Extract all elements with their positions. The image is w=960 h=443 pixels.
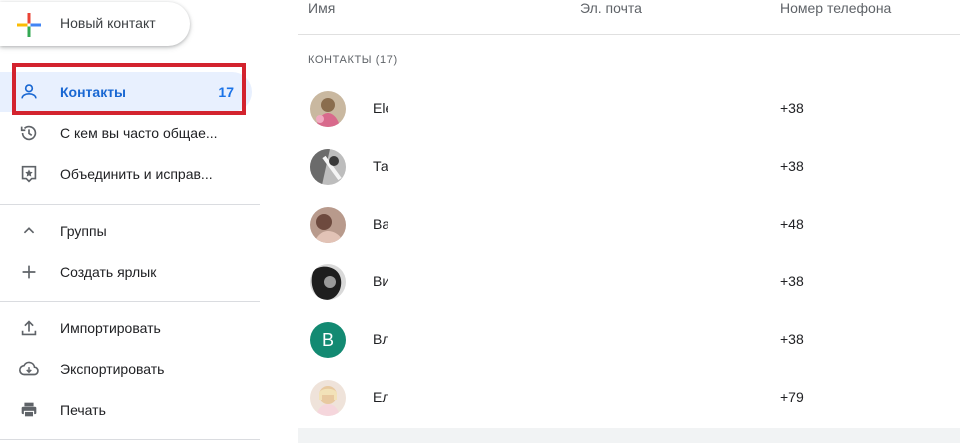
sidebar-item-merge[interactable]: Объединить и исправ...: [0, 154, 252, 194]
column-header-name[interactable]: Имя: [308, 0, 335, 16]
avatar: [310, 380, 346, 416]
contact-phone: +38: [780, 273, 804, 289]
contact-name: Ele: [373, 100, 388, 116]
plus-icon: [22, 265, 36, 279]
contacts-count-badge: 17: [218, 84, 234, 100]
printer-icon: [21, 402, 37, 418]
table-row[interactable]: Та +38: [298, 139, 960, 197]
person-icon: [21, 84, 37, 99]
column-header-email[interactable]: Эл. почта: [580, 0, 642, 16]
merge-fix-icon: [21, 165, 37, 183]
sidebar-item-label: Печать: [60, 402, 106, 418]
contact-name: Та: [373, 158, 388, 174]
sidebar-item-label: С кем вы часто общае...: [60, 125, 218, 141]
contact-phone: +38: [780, 331, 804, 347]
sidebar-item-print[interactable]: Печать: [0, 390, 252, 430]
contact-phone: +38: [780, 158, 804, 174]
sidebar-item-contacts[interactable]: Контакты 17: [0, 72, 252, 112]
avatar: [310, 264, 346, 300]
column-header-phone[interactable]: Номер телефона: [780, 0, 891, 16]
sidebar-divider: [0, 439, 260, 440]
contact-name: Вл: [373, 331, 388, 347]
sidebar-item-export[interactable]: Экспортировать: [0, 349, 252, 389]
sidebar-item-label: Группы: [60, 223, 107, 239]
header-divider: [298, 34, 960, 35]
sidebar-item-groups[interactable]: Группы: [0, 211, 252, 251]
contact-phone: +38: [780, 100, 804, 116]
sidebar-item-create-label[interactable]: Создать ярлык: [0, 252, 252, 292]
table-row[interactable]: Ва +48: [298, 197, 960, 255]
partial-row: [298, 428, 960, 443]
sidebar-item-label: Экспортировать: [60, 361, 165, 377]
history-icon: [20, 125, 37, 141]
contact-phone: +79: [780, 389, 804, 405]
table-row[interactable]: Ел +79: [298, 370, 960, 428]
sidebar-divider: [0, 204, 260, 205]
avatar: [310, 149, 346, 185]
upload-icon: [21, 320, 37, 336]
sidebar: Новый контакт Контакты 17 С кем вы часто…: [0, 0, 262, 443]
contact-phone: +48: [780, 216, 804, 232]
section-label: КОНТАКТЫ (17): [308, 54, 398, 66]
contact-name: Ел: [373, 389, 388, 405]
sidebar-item-label: Импортировать: [60, 320, 161, 336]
table-row[interactable]: Ele +38: [298, 81, 960, 139]
new-contact-label: Новый контакт: [60, 15, 156, 31]
sidebar-divider: [0, 301, 260, 302]
sidebar-item-label: Контакты: [60, 84, 127, 100]
avatar: [310, 207, 346, 243]
cloud-download-icon: [19, 361, 39, 376]
multicolor-plus-icon: [17, 13, 41, 37]
sidebar-item-frequent[interactable]: С кем вы часто общае...: [0, 113, 252, 153]
table-row[interactable]: Ви +38: [298, 254, 960, 312]
new-contact-button[interactable]: Новый контакт: [0, 2, 190, 46]
avatar-letter: В: [310, 322, 346, 358]
sidebar-item-import[interactable]: Импортировать: [0, 308, 252, 348]
table-row[interactable]: В Вл +38: [298, 312, 960, 370]
avatar: [310, 91, 346, 127]
contacts-list: Имя Эл. почта Номер телефона КОНТАКТЫ (1…: [298, 0, 960, 443]
contact-name: Ва: [373, 216, 388, 232]
sidebar-item-label: Создать ярлык: [60, 264, 157, 280]
chevron-up-icon: [23, 227, 35, 234]
contact-name: Ви: [373, 273, 388, 289]
sidebar-item-label: Объединить и исправ...: [60, 166, 213, 182]
